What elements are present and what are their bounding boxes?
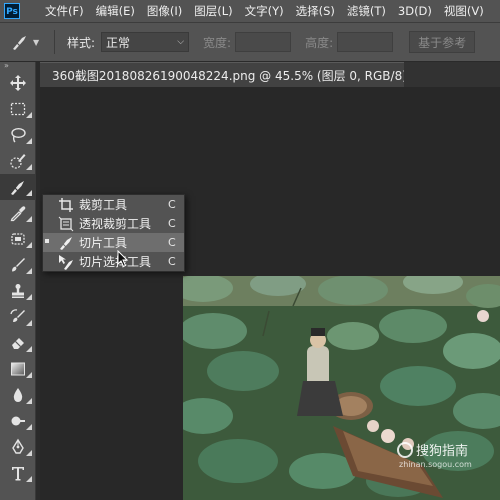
move-icon [10,75,26,91]
tool-group-corner [26,294,32,300]
tool-group-corner [26,346,32,352]
options-separator [54,30,55,54]
crop-icon [59,197,73,212]
quick-select-icon [10,154,26,169]
tool-group-corner [26,372,32,378]
patch-icon [11,233,25,245]
document-tab-title: 360截图20180826190048224.png @ 45.5% (图层 0… [52,68,417,83]
tool-group-corner [26,450,32,456]
menu-3d[interactable]: 3D(D) [398,4,432,18]
pen-tool[interactable] [0,434,36,460]
type-tool[interactable] [0,460,36,486]
photoshop-logo[interactable]: Ps [4,3,20,19]
chevron-down-icon: ▼ [33,37,40,47]
eyedropper-icon [10,206,26,222]
history-brush-tool[interactable] [0,304,36,330]
slice-tool[interactable] [0,174,36,200]
type-icon [12,467,24,481]
flyout-shortcut: C [168,255,176,268]
perspective-crop-icon [58,216,74,231]
lasso-icon [11,127,26,143]
tool-preset-picker[interactable]: ▼ [10,30,46,54]
gradient-icon [11,362,25,376]
stamp-tool[interactable] [0,278,36,304]
sogou-watermark: 搜狗指南 zhinan.sogou.com [397,440,497,470]
tool-group-corner [26,138,32,144]
tool-group-corner [26,476,32,482]
width-input[interactable] [235,32,292,52]
quick-select-tool[interactable] [0,148,36,174]
menu-image[interactable]: 图像(I) [147,3,182,19]
menu-bar: Ps 文件(F) 编辑(E) 图像(I) 图层(L) 文字(Y) 选择(S) 滤… [0,0,500,22]
height-input[interactable] [337,32,394,52]
lasso-tool[interactable] [0,122,36,148]
panel-collapse-grip[interactable]: » [0,62,35,70]
tool-group-corner [26,190,32,196]
tools-panel: » [0,62,36,500]
tool-group-corner [26,398,32,404]
chevron-down-icon: ⌵ [177,37,185,47]
slice-icon [60,236,72,250]
flyout-item-slice-select[interactable]: 切片选择工具 C [43,252,184,271]
style-dropdown[interactable]: 正常 ⌵ [101,32,190,52]
gradient-tool[interactable] [0,356,36,382]
dodge-icon [11,416,25,426]
menu-type[interactable]: 文字(Y) [245,3,284,19]
flyout-label: 切片工具 [79,236,128,250]
move-tool[interactable] [0,70,36,96]
flyout-label: 裁剪工具 [79,198,128,212]
tool-group-corner [26,320,32,326]
options-bar: ▼ 样式: 正常 ⌵ 宽度: 高度: 基于参考 [0,22,500,62]
watermark-title: 搜狗指南 [416,444,469,459]
menu-edit[interactable]: 编辑(E) [96,3,135,19]
flyout-item-slice[interactable]: 切片工具 C [43,233,184,252]
tool-group-corner [26,242,32,248]
tool-group-corner [26,164,32,170]
menu-view[interactable]: 视图(V) [444,3,484,19]
flyout-label: 透视裁剪工具 [79,217,152,231]
stamp-icon [12,284,24,298]
eraser-tool[interactable] [0,330,36,356]
eyedropper-tool[interactable] [0,200,36,226]
menu-layer[interactable]: 图层(L) [194,3,232,19]
flyout-item-perspective-crop[interactable]: 透视裁剪工具 C [43,214,184,233]
marquee-tool[interactable] [0,96,36,122]
blur-icon [13,388,23,402]
height-label: 高度: [305,35,334,50]
patch-tool[interactable] [0,226,36,252]
tool-group-corner [26,216,32,222]
menu-select[interactable]: 选择(S) [296,3,335,19]
tool-group-corner [26,424,32,430]
slice-icon [11,181,24,195]
tool-group-corner [26,268,32,274]
width-label: 宽度: [203,35,232,50]
flyout-shortcut: C [168,217,176,230]
tab-strip [404,62,500,87]
crop-tools-flyout: 裁剪工具 C 透视裁剪工具 C 切片工具 C 切片选择工具 C [42,194,185,272]
slices-from-guides-button[interactable]: 基于参考 [409,31,476,53]
tool-group-corner [26,112,32,118]
history-brush-icon [10,309,25,322]
dodge-tool[interactable] [0,408,36,434]
slice-select-icon [59,254,73,270]
sogou-logo-icon [397,442,413,458]
flyout-shortcut: C [168,198,176,211]
flyout-shortcut: C [168,236,176,249]
style-value: 正常 [106,35,131,50]
blur-tool[interactable] [0,382,36,408]
brush-icon [12,258,25,272]
eraser-icon [12,338,24,349]
menu-filter[interactable]: 滤镜(T) [347,3,386,19]
selected-bullet [45,239,49,243]
menu-file[interactable]: 文件(F) [45,3,84,19]
mouse-cursor-icon [117,250,129,268]
style-label: 样式: [67,35,96,50]
brush-tool[interactable] [0,252,36,278]
slice-icon [13,36,26,50]
flyout-item-crop[interactable]: 裁剪工具 C [43,195,184,214]
marquee-icon [10,102,26,116]
pen-icon [12,438,24,454]
watermark-url: zhinan.sogou.com [399,460,472,469]
document-tab[interactable]: 360截图20180826190048224.png @ 45.5% (图层 0… [40,62,438,87]
